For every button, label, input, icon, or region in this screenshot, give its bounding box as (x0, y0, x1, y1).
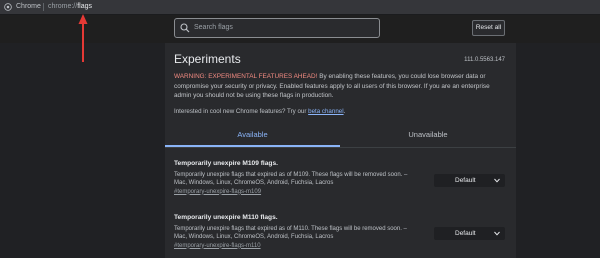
flag-description: Temporarily unexpire flags that expired … (174, 172, 408, 187)
search-input[interactable]: Search flags (174, 18, 380, 38)
url-scheme: chrome:// (48, 3, 78, 10)
tab-unavailable[interactable]: Unavailable (340, 123, 516, 146)
beta-promo-end: . (343, 108, 346, 115)
annotation-arrow-icon (78, 14, 88, 62)
select-value: Default (455, 230, 476, 237)
tab-available[interactable]: Available (165, 123, 340, 147)
flag-item-m110: Temporarily unexpire M110 flags. Tempora… (174, 214, 508, 249)
flag-item-m109: Temporarily unexpire M109 flags. Tempora… (174, 160, 508, 195)
chevron-down-icon (494, 178, 500, 183)
omnibox-separator (43, 3, 44, 11)
beta-promo: Interested in cool new Chrome features? … (174, 108, 345, 115)
flag-description: Temporarily unexpire flags that expired … (174, 226, 407, 241)
warning-heading: WARNING: EXPERIMENTAL FEATURES AHEAD! (174, 73, 318, 80)
flag-state-select[interactable]: Default (434, 227, 505, 240)
omnibox-chip: Chrome (16, 3, 41, 10)
url-path: flags (77, 3, 92, 10)
search-icon (180, 23, 190, 33)
search-placeholder: Search flags (194, 24, 233, 31)
beta-promo-text: Interested in cool new Chrome features? … (174, 108, 309, 115)
flag-state-select[interactable]: Default (434, 174, 505, 187)
flag-anchor-link[interactable]: #temporary-unexpire-flags-m110 (174, 243, 508, 249)
page-title: Experiments (174, 52, 241, 66)
warning-text: WARNING: EXPERIMENTAL FEATURES AHEAD! By… (174, 72, 508, 101)
chevron-down-icon (494, 231, 500, 236)
flag-title: Temporarily unexpire M109 flags. (174, 160, 278, 167)
reset-all-button[interactable]: Reset all (472, 20, 505, 36)
flag-anchor-link[interactable]: #temporary-unexpire-flags-m109 (174, 189, 508, 195)
flag-title: Temporarily unexpire M110 flags. (174, 214, 278, 221)
chrome-icon (4, 3, 12, 11)
version-label: 111.0.5563.147 (464, 57, 505, 63)
tab-bar: Available Unavailable (165, 123, 516, 148)
omnibox-url[interactable]: chrome://flags (48, 0, 92, 14)
experiments-panel: Experiments 111.0.5563.147 WARNING: EXPE… (165, 43, 516, 258)
omnibox[interactable]: Chrome chrome://flags (0, 0, 600, 15)
select-value: Default (455, 177, 476, 184)
beta-channel-link[interactable]: beta channel (308, 108, 343, 115)
